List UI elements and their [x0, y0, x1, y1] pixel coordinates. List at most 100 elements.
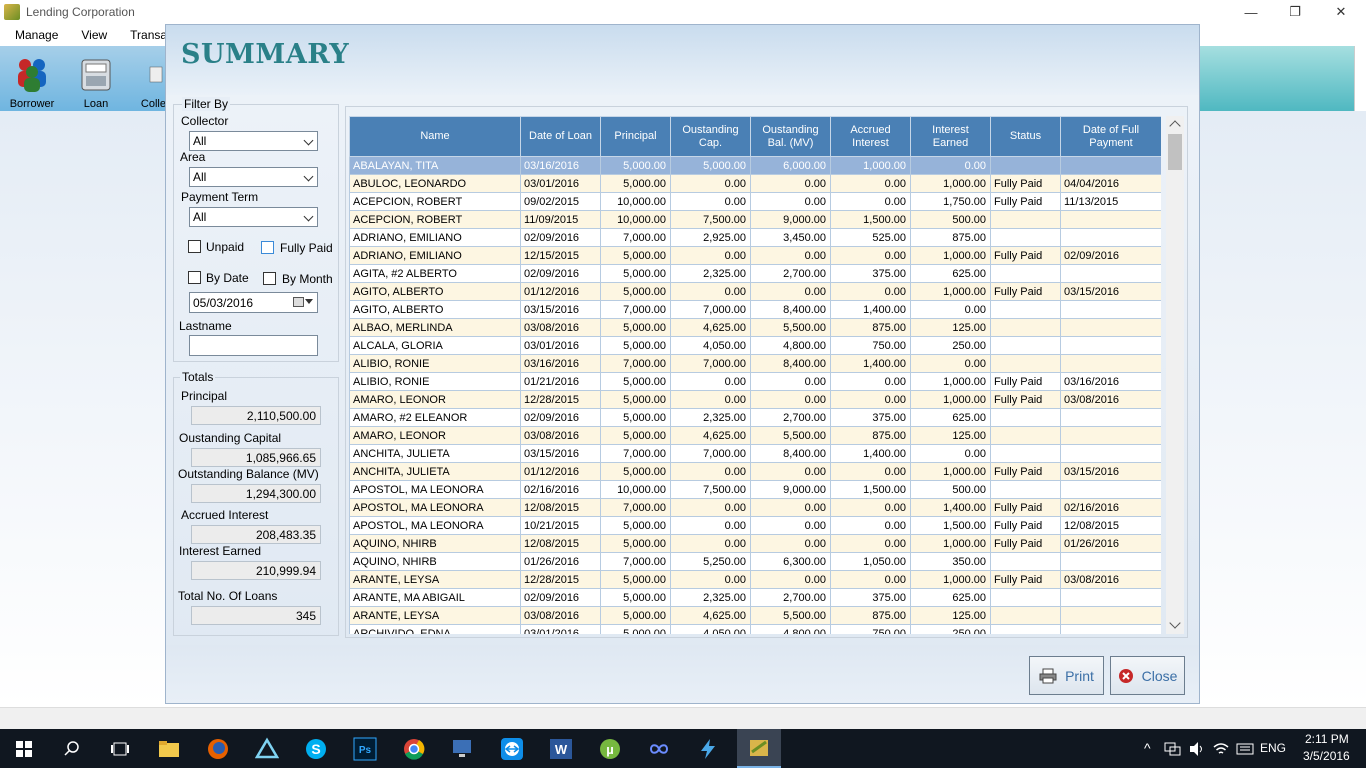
chevron-down-icon[interactable]	[305, 299, 313, 304]
by-month-checkbox[interactable]	[263, 272, 276, 285]
table-row[interactable]: ALIBIO, RONIE 03/16/2016 7,000.00 7,000.00 8…	[349, 354, 1161, 373]
restore-button[interactable]: ❐	[1272, 0, 1318, 24]
app-network-icon[interactable]	[251, 733, 283, 765]
column-header[interactable]: Date of Full Payment	[1060, 116, 1161, 157]
table-row[interactable]: ARANTE, LEYSA 03/08/2016 5,000.00 4,625.00 5…	[349, 606, 1161, 625]
table-row[interactable]: APOSTOL, MA LEONORA 10/21/2015 5,000.00 0.0…	[349, 516, 1161, 535]
table-cell: 2,700.00	[750, 408, 831, 427]
column-header[interactable]: Oustanding Bal. (MV)	[750, 116, 831, 157]
table-row[interactable]: ABULOC, LEONARDO 03/01/2016 5,000.00 0.00 0.…	[349, 174, 1161, 193]
table-row[interactable]: ANCHITA, JULIETA 01/12/2016 5,000.00 0.00 0.…	[349, 462, 1161, 481]
table-row[interactable]: APOSTOL, MA LEONORA 02/16/2016 10,000.00 7,…	[349, 480, 1161, 499]
clock-time[interactable]: 2:11 PM	[1305, 732, 1349, 746]
table-row[interactable]: ARANTE, MA ABIGAIL 02/09/2016 5,000.00 2,32…	[349, 588, 1161, 607]
column-header[interactable]: Status	[990, 116, 1061, 157]
table-cell: 1,000.00	[910, 534, 991, 553]
table-row[interactable]: ACEPCION, ROBERT 09/02/2015 10,000.00 0.00 0…	[349, 192, 1161, 211]
calendar-icon[interactable]	[293, 297, 304, 307]
language-indicator[interactable]: ENG	[1260, 741, 1286, 755]
table-row[interactable]: APOSTOL, MA LEONORA 12/08/2015 7,000.00 0.0…	[349, 498, 1161, 517]
column-header[interactable]: Interest Earned	[910, 116, 991, 157]
table-row[interactable]: AMARO, #2 ELEANOR 02/09/2016 5,000.00 2,325…	[349, 408, 1161, 427]
table-row[interactable]: ALIBIO, RONIE 01/21/2016 5,000.00 0.00 0.00 0…	[349, 372, 1161, 391]
column-header[interactable]: Oustanding Cap.	[670, 116, 751, 157]
table-row[interactable]: ACEPCION, ROBERT 11/09/2015 10,000.00 7,500…	[349, 210, 1161, 229]
keyboard-icon[interactable]	[1236, 741, 1254, 757]
collector-select[interactable]: All	[189, 131, 318, 151]
clock-date[interactable]: 3/5/2016	[1303, 749, 1350, 763]
task-view-icon[interactable]	[104, 733, 136, 765]
table-row[interactable]: ALCALA, GLORIA 03/01/2016 5,000.00 4,050.00…	[349, 336, 1161, 355]
table-row[interactable]: AGITA, #2 ALBERTO 02/09/2016 5,000.00 2,325…	[349, 264, 1161, 283]
close-window-button[interactable]: ✕	[1318, 0, 1364, 24]
network-icon[interactable]	[1164, 741, 1182, 757]
wifi-icon[interactable]	[1212, 741, 1230, 757]
table-row[interactable]: AQUINO, NHIRB 01/26/2016 7,000.00 5,250.00 6…	[349, 552, 1161, 571]
date-picker[interactable]: 05/03/2016	[189, 292, 318, 313]
by-date-checkbox[interactable]	[188, 271, 201, 284]
print-button[interactable]: Print	[1029, 656, 1104, 695]
table-row[interactable]: AMARO, LEONOR 12/28/2015 5,000.00 0.00 0.00 0…	[349, 390, 1161, 409]
table-cell: 625.00	[910, 264, 991, 283]
minimize-button[interactable]: —	[1228, 0, 1274, 24]
scroll-up-icon[interactable]	[1169, 120, 1181, 132]
close-button[interactable]: Close	[1110, 656, 1185, 695]
table-row[interactable]: AMARO, LEONOR 03/08/2016 5,000.00 4,625.00 5…	[349, 426, 1161, 445]
table-row[interactable]: ADRIANO, EMILIANO 02/09/2016 7,000.00 2,925…	[349, 228, 1161, 247]
table-row[interactable]: ARCHIVIDO, EDNA 03/01/2016 5,000.00 4,050.0…	[349, 624, 1161, 634]
firefox-icon[interactable]	[202, 733, 234, 765]
table-row[interactable]: AQUINO, NHIRB 12/08/2015 5,000.00 0.00 0.00 0…	[349, 534, 1161, 553]
table-cell: ABULOC, LEONARDO	[349, 174, 521, 193]
teamviewer-icon[interactable]	[496, 733, 528, 765]
computer-app-icon[interactable]	[447, 733, 479, 765]
table-row[interactable]: AGITO, ALBERTO 01/12/2016 5,000.00 0.00 0.00…	[349, 282, 1161, 301]
tray-up-arrow-icon[interactable]: ^	[1144, 740, 1151, 756]
search-icon[interactable]	[56, 733, 88, 765]
main-window-scrollbar[interactable]	[1354, 46, 1366, 111]
table-row[interactable]: ABALAYAN, TITA 03/16/2016 5,000.00 5,000.00…	[349, 156, 1161, 175]
unpaid-checkbox[interactable]	[188, 240, 201, 253]
collection-button[interactable]: Colle	[130, 48, 166, 110]
column-header[interactable]: Principal	[600, 116, 671, 157]
collector-label: Collector	[181, 114, 229, 128]
windows-start-icon[interactable]	[8, 733, 40, 765]
volume-icon[interactable]	[1188, 741, 1206, 757]
grid-scrollbar[interactable]	[1166, 116, 1184, 634]
menu-manage[interactable]: Manage	[0, 28, 66, 42]
column-header[interactable]: Date of Loan	[520, 116, 601, 157]
scroll-thumb[interactable]	[1168, 134, 1182, 170]
column-header[interactable]: Accrued Interest	[830, 116, 911, 157]
loans-count-label: Total No. Of Loans	[178, 589, 278, 603]
area-select[interactable]: All	[189, 167, 318, 187]
borrower-button[interactable]: Borrower	[0, 48, 64, 110]
file-explorer-icon[interactable]	[153, 733, 185, 765]
table-cell: 125.00	[910, 426, 991, 445]
table-cell: Fully Paid	[990, 174, 1061, 193]
word-icon[interactable]: W	[545, 733, 577, 765]
table-row[interactable]: ALBAO, MERLINDA 03/08/2016 5,000.00 4,625.0…	[349, 318, 1161, 337]
table-cell	[1060, 336, 1161, 355]
table-row[interactable]: AGITO, ALBERTO 03/15/2016 7,000.00 7,000.00…	[349, 300, 1161, 319]
infinity-app-icon[interactable]	[643, 733, 675, 765]
lastname-input[interactable]	[189, 335, 318, 356]
table-row[interactable]: ARANTE, LEYSA 12/28/2015 5,000.00 0.00 0.00 0…	[349, 570, 1161, 589]
skype-icon[interactable]: S	[300, 733, 332, 765]
scroll-down-icon[interactable]	[1169, 617, 1181, 629]
menu-view[interactable]: View	[66, 28, 115, 42]
chrome-icon[interactable]	[398, 733, 430, 765]
table-row[interactable]: ANCHITA, JULIETA 03/15/2016 7,000.00 7,000.…	[349, 444, 1161, 463]
table-cell: 5,500.00	[750, 606, 831, 625]
loan-button[interactable]: Loan	[64, 48, 128, 110]
utorrent-icon[interactable]: µ	[594, 733, 626, 765]
photoshop-icon[interactable]: Ps	[349, 733, 381, 765]
table-row[interactable]: ADRIANO, EMILIANO 12/15/2015 5,000.00 0.00 0…	[349, 246, 1161, 265]
column-header[interactable]: Name	[349, 116, 521, 157]
lightning-app-icon[interactable]	[692, 733, 724, 765]
loans-grid[interactable]: Name Date of Loan Principal Oustanding Cap.…	[349, 116, 1161, 634]
table-cell: 2,700.00	[750, 588, 831, 607]
fully-paid-checkbox[interactable]	[261, 241, 274, 254]
table-cell: 4,050.00	[670, 624, 751, 634]
payment-term-select[interactable]: All	[189, 207, 318, 227]
table-cell: 7,500.00	[670, 210, 751, 229]
lending-app-taskbar-icon[interactable]	[737, 729, 781, 768]
